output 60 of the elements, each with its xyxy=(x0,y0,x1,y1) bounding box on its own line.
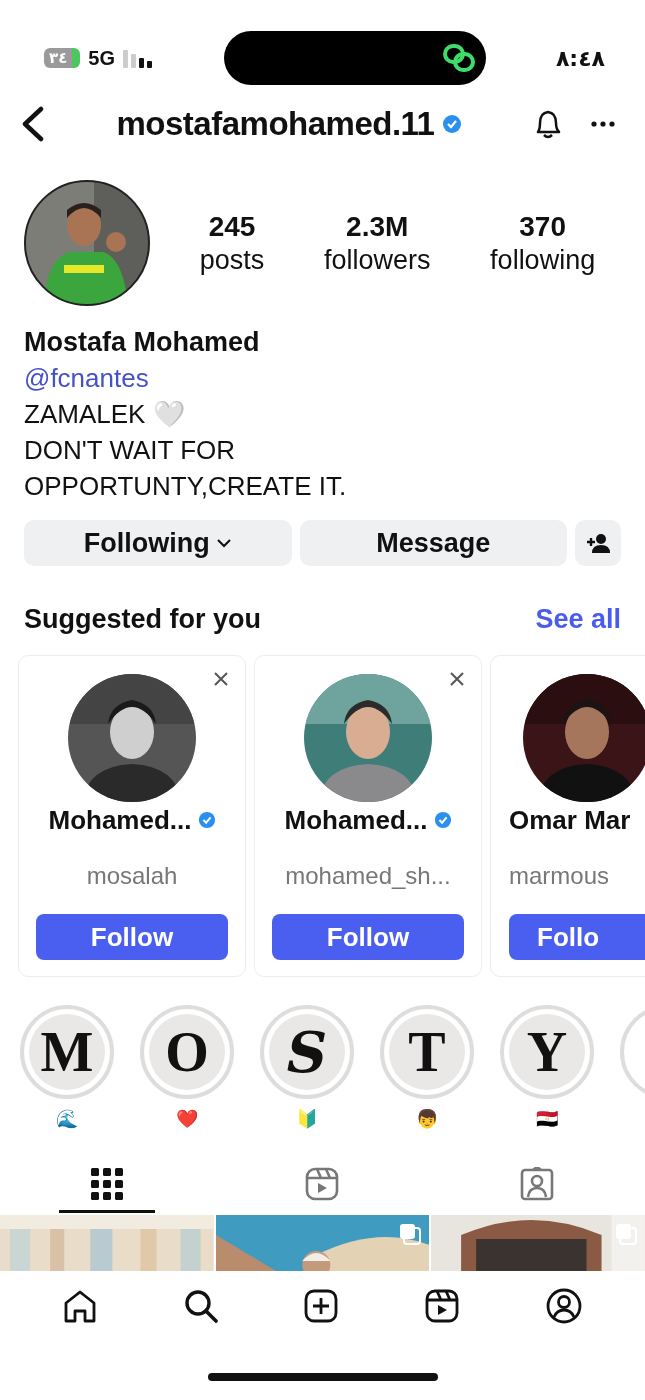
highlight-label: 🌊 xyxy=(56,1108,78,1131)
suggestion-username: marmous xyxy=(509,862,610,890)
highlight-cover[interactable]: M xyxy=(20,1005,114,1099)
following-button[interactable]: Following xyxy=(24,520,292,566)
signal-icon xyxy=(123,48,153,68)
highlight-cover[interactable]: S xyxy=(260,1005,354,1099)
caret-icon xyxy=(215,538,232,548)
profile-icon[interactable] xyxy=(545,1288,582,1324)
cover-letter: S xyxy=(269,1014,345,1090)
stat-label[interactable]: followers xyxy=(323,244,431,276)
suggestion-username: mosalah xyxy=(86,862,178,890)
close-icon[interactable] xyxy=(213,671,229,687)
stat-count: 2.3M xyxy=(346,210,409,243)
bio-line: OPPORTUNTY,CREATE IT. xyxy=(24,470,347,503)
home-icon[interactable] xyxy=(63,1289,98,1323)
battery-indicator: ٣٤ xyxy=(44,48,81,68)
link-icon xyxy=(441,43,476,73)
more-icon[interactable] xyxy=(591,120,615,128)
suggestion-name: Omar Mar xyxy=(509,804,631,836)
tagged-icon xyxy=(520,1166,555,1201)
reels-icon xyxy=(304,1166,339,1201)
follow-button[interactable]: Follow xyxy=(36,914,228,960)
cover-letter: O xyxy=(149,1014,225,1090)
stat-label[interactable]: following xyxy=(490,244,596,276)
highlight-label: 👦 xyxy=(416,1108,438,1131)
search-icon[interactable] xyxy=(183,1289,218,1323)
follow-button[interactable]: Follo xyxy=(509,914,645,960)
close-icon[interactable] xyxy=(449,671,465,687)
add-person-icon xyxy=(586,533,610,553)
highlight-cover[interactable]: T xyxy=(380,1005,474,1099)
bio-line: ZAMALEK 🤍 xyxy=(24,398,185,431)
suggestion-username: mohamed_sh... xyxy=(285,862,451,890)
see-all-link[interactable]: See all xyxy=(535,604,621,635)
highlight-label: 🇪🇬 xyxy=(536,1108,558,1131)
cover-letter: M xyxy=(29,1014,105,1090)
clock-time: ٨:٤٨ xyxy=(554,45,605,71)
reels-icon[interactable] xyxy=(425,1289,460,1323)
section-title: Suggested for you xyxy=(24,604,261,635)
profile-name: Mostafa Mohamed xyxy=(24,326,260,359)
follow-button[interactable]: Follow xyxy=(272,914,464,960)
profile-link[interactable]: @fcnantes xyxy=(24,360,149,396)
bio-line: DON'T WAIT FOR xyxy=(24,434,236,467)
highlight-cover[interactable]: Y xyxy=(500,1005,594,1099)
stat-label[interactable]: posts xyxy=(199,244,265,276)
create-icon[interactable] xyxy=(304,1289,339,1323)
highlight-label: 🔰 xyxy=(296,1108,318,1131)
network-label: 5G xyxy=(88,46,115,70)
back-icon[interactable] xyxy=(20,106,46,142)
cover-letter: Y xyxy=(509,1014,585,1090)
grid-icon xyxy=(91,1167,123,1200)
suggestion-name: Mohamed... xyxy=(48,804,192,836)
message-button[interactable]: Message xyxy=(299,520,567,566)
stat-count: 245 xyxy=(208,210,256,243)
stat-count: 370 xyxy=(519,210,566,243)
suggestion-name: Mohamed... xyxy=(284,804,428,836)
highlight-cover[interactable]: O xyxy=(140,1005,234,1099)
profile-username: mostafamohamed.11 xyxy=(116,105,435,143)
add-person-button[interactable] xyxy=(575,520,621,566)
highlight-label: ❤ xyxy=(176,1108,198,1131)
cover-letter: T xyxy=(389,1014,465,1090)
